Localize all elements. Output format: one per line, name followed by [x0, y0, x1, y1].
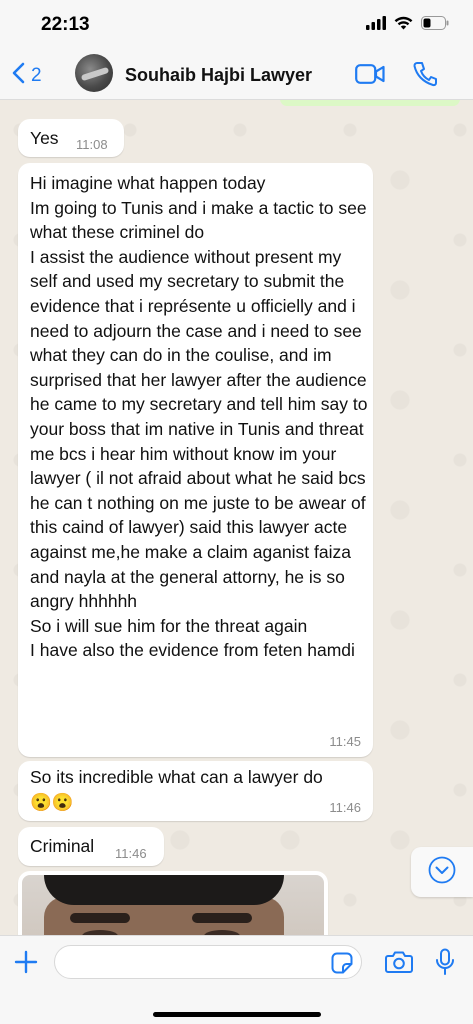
chat-area[interactable]: Yes 11:08 Hi imagine what happen today I…	[0, 100, 473, 935]
back-button[interactable]: 2	[12, 62, 42, 89]
phone-icon	[413, 62, 437, 91]
video-call-button[interactable]	[355, 64, 385, 89]
photo-detail	[70, 913, 130, 923]
video-camera-icon	[355, 64, 385, 88]
battery-icon	[421, 16, 449, 35]
camera-button[interactable]	[385, 950, 413, 979]
message-bubble[interactable]: Criminal 11:46	[18, 827, 164, 866]
message-input[interactable]	[54, 945, 362, 979]
message-time: 11:46	[115, 846, 147, 861]
sticker-icon	[331, 952, 353, 978]
wifi-icon	[394, 16, 413, 35]
message-text: Yes	[30, 128, 59, 148]
photo-hair	[44, 875, 284, 905]
message-time: 11:45	[329, 734, 361, 749]
chat-header: 2 Souhaib Hajbi Lawyer	[0, 50, 473, 100]
input-bar	[0, 935, 473, 1024]
plus-icon	[14, 950, 38, 978]
unread-count: 2	[31, 64, 42, 86]
image-message-bubble[interactable]	[18, 871, 328, 935]
avatar-image	[80, 66, 110, 82]
message-text: Criminal	[30, 836, 95, 856]
sticker-button[interactable]	[331, 952, 353, 979]
home-indicator	[153, 1012, 321, 1017]
message-text: So its incredible what can a lawyer do 😮…	[30, 767, 323, 812]
microphone-button[interactable]	[435, 948, 455, 981]
contact-name[interactable]: Souhaib Hajbi Lawyer	[125, 65, 312, 86]
photo-thumbnail[interactable]	[22, 875, 324, 935]
status-bar: 22:13	[0, 0, 473, 50]
message-bubble[interactable]: So its incredible what can a lawyer do 😮…	[18, 761, 373, 821]
avatar[interactable]	[75, 54, 113, 92]
message-time: 11:46	[329, 800, 361, 815]
status-time: 22:13	[41, 14, 90, 35]
attach-button[interactable]	[14, 950, 38, 979]
message-bubble[interactable]: Hi imagine what happen today Im going to…	[18, 163, 373, 757]
status-icons	[366, 16, 449, 35]
scroll-to-bottom-button[interactable]	[411, 847, 473, 897]
camera-icon	[385, 951, 413, 978]
previous-outgoing-bubble	[280, 100, 460, 106]
photo-detail	[192, 913, 252, 923]
message-text: Hi imagine what happen today Im going to…	[30, 173, 368, 661]
message-bubble[interactable]: Yes 11:08	[18, 119, 124, 157]
signal-icon	[366, 16, 386, 35]
message-time: 11:08	[76, 137, 108, 152]
microphone-icon	[435, 948, 455, 980]
chevron-left-icon	[12, 62, 25, 89]
chevron-down-icon	[428, 856, 456, 889]
voice-call-button[interactable]	[413, 61, 437, 92]
